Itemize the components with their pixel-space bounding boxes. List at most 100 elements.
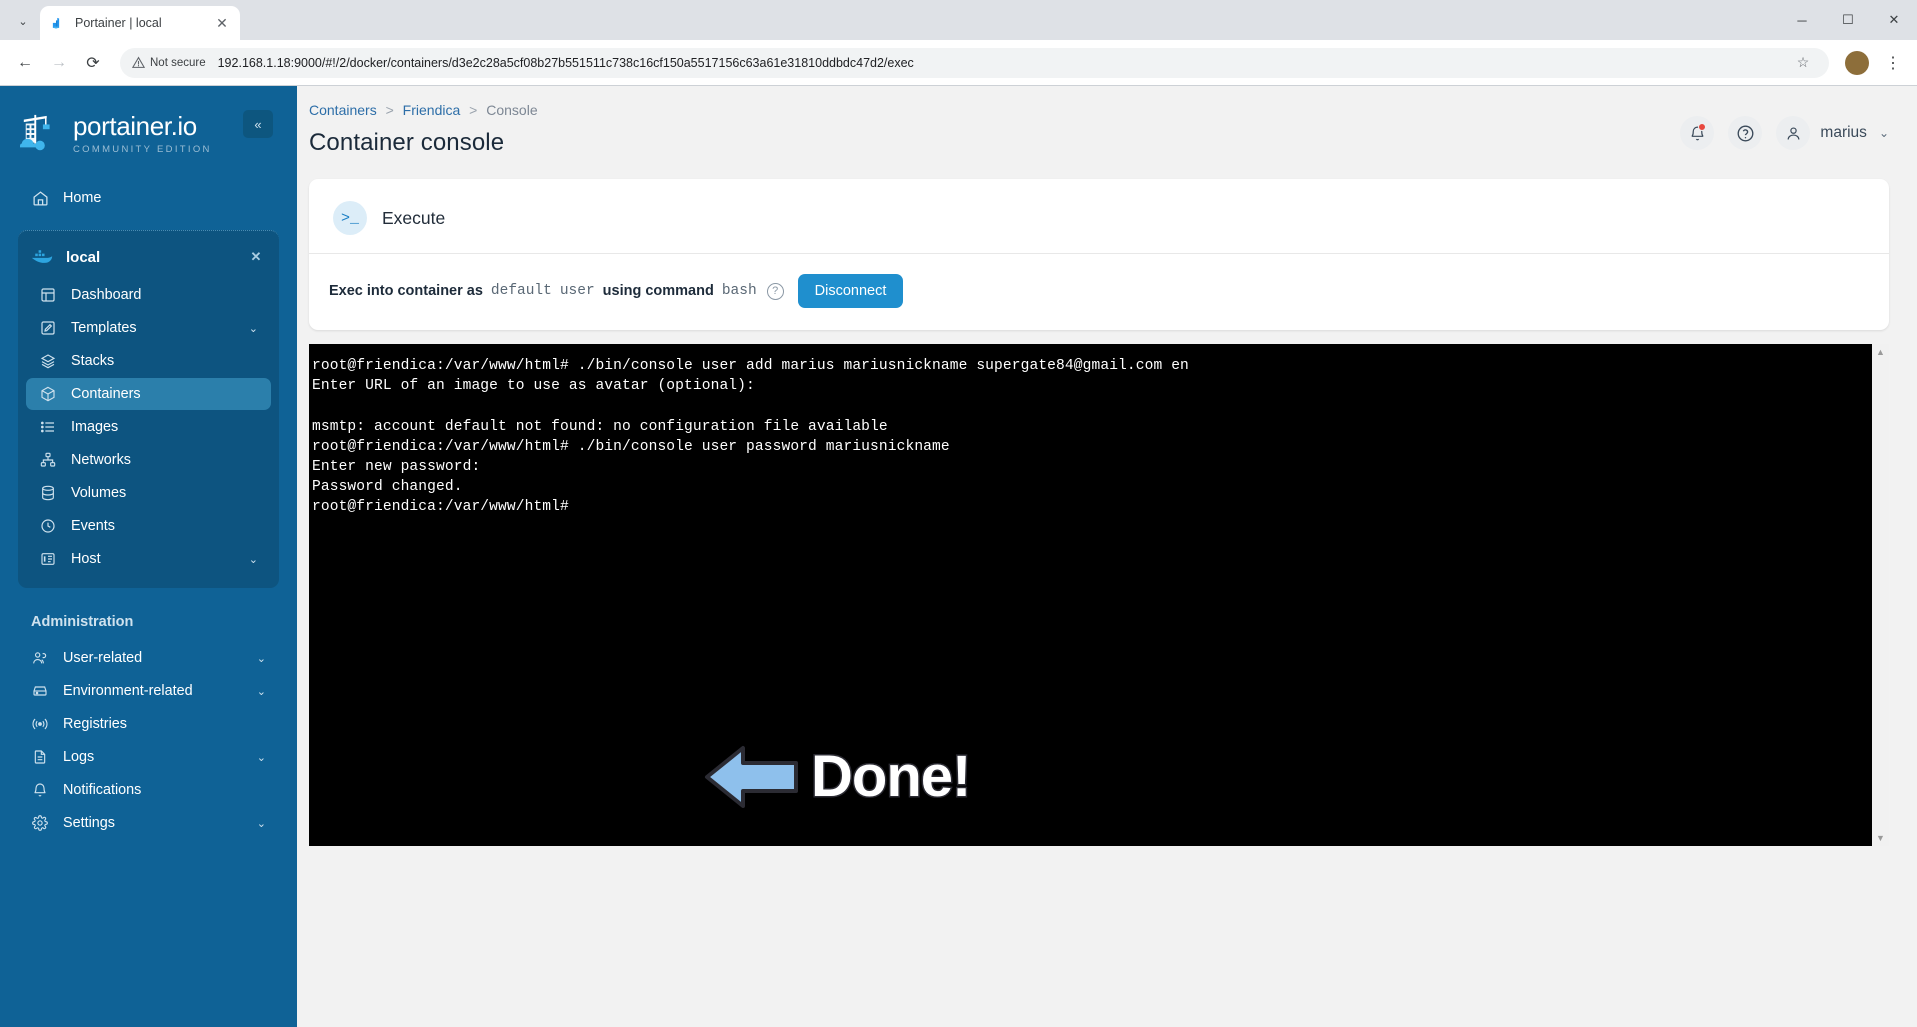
- breadcrumb-item-friendica[interactable]: Friendica: [403, 102, 461, 118]
- user-name: marius: [1820, 124, 1867, 141]
- exec-user-value: default: [490, 283, 552, 299]
- tab-close-icon[interactable]: ✕: [214, 15, 230, 31]
- sidebar-item-host[interactable]: Host ⌄: [26, 543, 271, 575]
- sidebar-item-settings[interactable]: Settings ⌄: [18, 807, 279, 839]
- sidebar-item-label: Settings: [63, 815, 115, 831]
- scroll-up-arrow-icon[interactable]: ▲: [1876, 347, 1885, 357]
- sidebar-item-volumes[interactable]: Volumes: [26, 477, 271, 509]
- notifications-bell-icon: [31, 782, 49, 798]
- sidebar-item-dashboard[interactable]: Dashboard: [26, 279, 271, 311]
- browser-tabstrip: ⌄ Portainer | local ✕ ─ ☐ ✕: [0, 0, 1917, 40]
- chevron-down-icon: ⌄: [1878, 126, 1889, 140]
- not-secure-badge[interactable]: Not secure: [132, 56, 206, 69]
- avatar[interactable]: [1776, 116, 1811, 150]
- main-content: Containers > Friendica > Console Contain…: [297, 86, 1917, 1027]
- images-icon: [39, 419, 57, 435]
- address-bar[interactable]: Not secure 192.168.1.18:9000/#!/2/docker…: [120, 47, 1829, 78]
- portainer-app: « portainer.io COMMUNITY EDITION Home lo…: [0, 86, 1917, 1027]
- sidebar-environment-items: Dashboard Templates ⌄ Stacks Containers …: [18, 275, 279, 575]
- sidebar-item-stacks[interactable]: Stacks: [26, 345, 271, 377]
- sidebar-item-label: Home: [63, 190, 102, 206]
- browser-toolbar: ← → ⟳ Not secure 192.168.1.18:9000/#!/2/…: [0, 40, 1917, 85]
- window-minimize-button[interactable]: ─: [1779, 0, 1825, 40]
- sidebar-item-networks[interactable]: Networks: [26, 444, 271, 476]
- sidebar-item-containers[interactable]: Containers: [26, 378, 271, 410]
- logs-document-icon: [31, 749, 49, 765]
- help-button[interactable]: [1728, 116, 1763, 150]
- exec-command-label: using command: [602, 283, 714, 299]
- terminal-line: root@friendica:/var/www/html# ./bin/cons…: [312, 438, 950, 455]
- terminal-line: msmtp: account default not found: no con…: [312, 418, 888, 435]
- terminal-container: root@friendica:/var/www/html# ./bin/cons…: [309, 344, 1889, 846]
- terminal-scrollbar[interactable]: ▲ ▼: [1872, 344, 1889, 846]
- forward-button[interactable]: →: [44, 48, 74, 78]
- terminal-line: Enter new password:: [312, 459, 481, 476]
- sidebar-item-registries[interactable]: Registries: [18, 708, 279, 740]
- sidebar-item-logs[interactable]: Logs ⌄: [18, 741, 279, 773]
- not-secure-label: Not secure: [150, 56, 206, 69]
- sidebar-administration-title: Administration: [31, 614, 134, 630]
- breadcrumb-item-console: Console: [486, 102, 538, 118]
- sidebar-item-images[interactable]: Images: [26, 411, 271, 443]
- sidebar-item-label: Logs: [63, 749, 95, 765]
- sidebar: « portainer.io COMMUNITY EDITION Home lo…: [0, 86, 297, 1027]
- window-maximize-button[interactable]: ☐: [1825, 0, 1871, 40]
- scroll-down-arrow-icon[interactable]: ▼: [1876, 833, 1885, 843]
- reload-button[interactable]: ⟳: [78, 48, 108, 78]
- sidebar-item-home[interactable]: Home: [18, 182, 279, 214]
- containers-icon: [39, 386, 57, 402]
- sidebar-item-label: Events: [71, 518, 115, 534]
- sidebar-home-section: Home: [0, 178, 297, 230]
- sidebar-item-label: Templates: [71, 320, 137, 336]
- sidebar-item-notifications[interactable]: Notifications: [18, 774, 279, 806]
- done-annotation: Done!: [701, 742, 973, 812]
- sidebar-item-label: Stacks: [71, 353, 115, 369]
- sidebar-collapse-button[interactable]: «: [243, 110, 273, 138]
- page-header: Containers > Friendica > Console Contain…: [297, 86, 1917, 157]
- settings-gear-icon: [31, 815, 49, 831]
- terminal-output[interactable]: root@friendica:/var/www/html# ./bin/cons…: [309, 344, 1872, 846]
- execute-card-title: Execute: [382, 207, 446, 228]
- url-text: 192.168.1.18:9000/#!/2/docker/containers…: [217, 55, 914, 70]
- sidebar-item-environment-related[interactable]: Environment-related ⌄: [18, 675, 279, 707]
- execute-card: >_ Execute Exec into container as defaul…: [309, 179, 1889, 330]
- chevron-down-icon: ⌄: [248, 553, 258, 566]
- terminal-line: root@friendica:/var/www/html#: [312, 499, 569, 516]
- sidebar-item-user-related[interactable]: User-related ⌄: [18, 642, 279, 674]
- annotation-text: Done!: [809, 744, 972, 809]
- brand-name: portainer.io: [73, 111, 197, 141]
- sidebar-item-label: Dashboard: [71, 287, 142, 303]
- sidebar-item-label: Containers: [71, 386, 141, 402]
- sidebar-item-events[interactable]: Events: [26, 510, 271, 542]
- notifications-button[interactable]: [1680, 116, 1715, 150]
- browser-tab[interactable]: Portainer | local ✕: [40, 6, 240, 40]
- exec-help-icon[interactable]: ?: [766, 282, 784, 300]
- sidebar-item-label: Networks: [71, 452, 131, 468]
- back-button[interactable]: ←: [10, 48, 40, 78]
- breadcrumb-separator: >: [469, 102, 478, 118]
- exec-command-value: bash: [721, 283, 757, 299]
- disconnect-button[interactable]: Disconnect: [797, 274, 904, 308]
- breadcrumb-item-containers[interactable]: Containers: [309, 102, 377, 118]
- terminal-line: Enter URL of an image to use as avatar (…: [312, 378, 755, 395]
- exec-prefix-label: Exec into container as: [329, 283, 483, 299]
- terminal-line: root@friendica:/var/www/html# ./bin/cons…: [312, 358, 1189, 374]
- sidebar-item-label: Notifications: [63, 782, 142, 798]
- browser-menu-button[interactable]: ⋮: [1879, 49, 1907, 77]
- sidebar-item-label: Images: [71, 419, 119, 435]
- sidebar-environment-name: local: [66, 248, 101, 266]
- breadcrumb: Containers > Friendica > Console: [309, 102, 1680, 118]
- sidebar-item-label: User-related: [63, 650, 143, 666]
- docker-whale-icon: [31, 249, 53, 265]
- chevron-down-icon: ⌄: [256, 685, 266, 698]
- bookmark-star-icon[interactable]: ☆: [1789, 49, 1817, 77]
- sidebar-environment-close-icon[interactable]: ✕: [246, 247, 266, 267]
- profile-avatar[interactable]: [1845, 50, 1869, 75]
- window-controls: ─ ☐ ✕: [1779, 0, 1917, 40]
- user-menu[interactable]: marius ⌄: [1776, 116, 1889, 150]
- sidebar-item-templates[interactable]: Templates ⌄: [26, 312, 271, 344]
- window-close-button[interactable]: ✕: [1871, 0, 1917, 40]
- sidebar-environment-header[interactable]: local ✕: [18, 239, 279, 275]
- tab-search-button[interactable]: ⌄: [8, 6, 38, 36]
